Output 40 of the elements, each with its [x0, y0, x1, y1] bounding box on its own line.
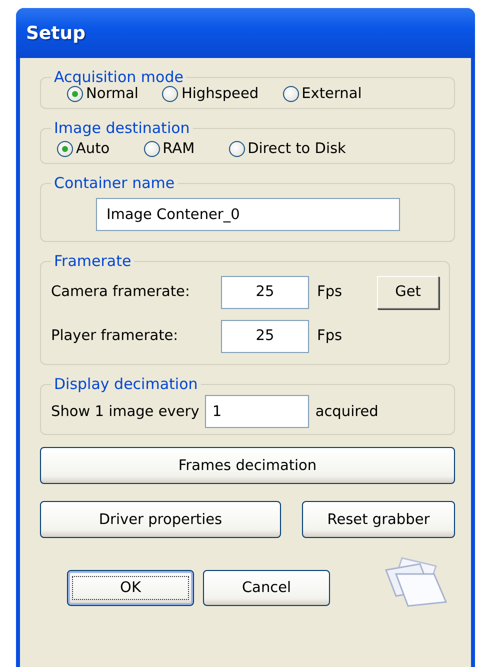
get-button[interactable]: Get	[377, 276, 439, 308]
radio-button[interactable]	[67, 86, 83, 102]
radio-label: Direct to Disk	[248, 141, 346, 157]
radio-label: RAM	[162, 141, 195, 157]
decimation-field[interactable]: 1	[205, 395, 310, 428]
field-label: Show 1 image every	[51, 404, 200, 420]
radio-option[interactable]: Highspeed	[162, 86, 259, 102]
frames-decimation-button[interactable]: Frames decimation	[40, 447, 455, 484]
container-name-field[interactable]: Image Contener_0	[96, 198, 400, 231]
group-label: Framerate	[53, 252, 132, 270]
radio-button[interactable]	[228, 141, 245, 157]
radio-label: External	[302, 86, 362, 102]
radio-label: Highspeed	[181, 86, 259, 102]
radio-option[interactable]: External	[282, 86, 362, 102]
radio-button[interactable]	[162, 86, 178, 102]
radio-label: Normal	[86, 86, 138, 102]
field-label: acquired	[315, 404, 378, 420]
radio-option[interactable]: Direct to Disk	[228, 141, 346, 157]
dialog-button[interactable]: OK	[67, 570, 194, 606]
radio-option[interactable]: Normal	[67, 86, 138, 102]
radio-option[interactable]: Auto	[57, 141, 110, 157]
radio-button[interactable]	[57, 141, 73, 157]
radio-option[interactable]: RAM	[144, 141, 195, 157]
radio-button[interactable]	[282, 86, 299, 102]
unit-label: Fps	[317, 328, 344, 344]
reset-grabber-button[interactable]: Reset grabber	[302, 501, 455, 538]
radio-button[interactable]	[144, 141, 160, 157]
framerate-field[interactable]: 25	[221, 320, 309, 352]
group-label: Acquisition mode	[53, 68, 184, 86]
group-label: Image destination	[53, 119, 191, 137]
window-title: Setup	[26, 22, 86, 44]
field-label: Player framerate:	[51, 328, 180, 344]
dialog-button[interactable]: Cancel	[203, 570, 330, 606]
field-label: Camera framerate:	[51, 284, 191, 300]
unit-label: Fps	[317, 284, 344, 300]
framerate-field[interactable]: 25	[221, 276, 309, 308]
radio-label: Auto	[76, 141, 110, 157]
driver-properties-button[interactable]: Driver properties	[40, 501, 281, 538]
group-label: Container name	[53, 174, 176, 192]
group-label: Display decimation	[53, 375, 199, 393]
